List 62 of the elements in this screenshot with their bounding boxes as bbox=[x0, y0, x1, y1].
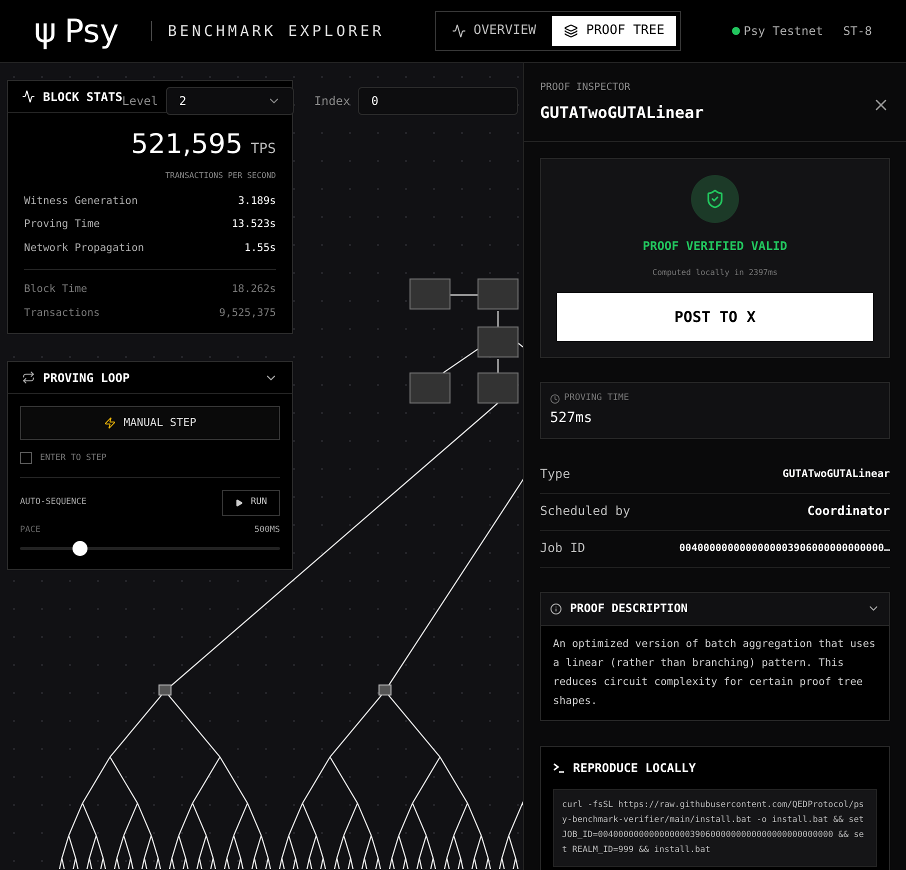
network-name: Psy Testnet bbox=[744, 23, 824, 40]
field-label: Scheduled by bbox=[540, 502, 630, 520]
card-label: PROVING TIME bbox=[564, 392, 630, 405]
app-title: BENCHMARK EXPLORER bbox=[168, 20, 384, 42]
panel-title: PROVING LOOP bbox=[43, 370, 130, 386]
inspector-eyebrow: PROOF INSPECTOR bbox=[540, 81, 632, 95]
metric-label: Proving Time bbox=[24, 217, 100, 232]
tps-unit: TPS bbox=[250, 140, 276, 159]
verification-status: PROOF VERIFIED VALID bbox=[642, 238, 788, 255]
run-button[interactable]: RUN bbox=[222, 490, 280, 516]
metric-value: 1.55s bbox=[244, 241, 276, 256]
field-value: GUTATwoGUTALinear bbox=[782, 466, 890, 482]
metric-label: Witness Generation bbox=[24, 194, 138, 208]
index-field[interactable]: 0 bbox=[358, 87, 518, 115]
logo-symbol: ψ bbox=[34, 14, 56, 48]
lightning-icon bbox=[104, 417, 116, 429]
computed-note: Computed locally in 2397ms bbox=[652, 267, 778, 279]
layers-icon bbox=[564, 24, 578, 38]
terminal-icon bbox=[553, 762, 565, 772]
clock-icon bbox=[550, 394, 560, 404]
field-value: Coordinator bbox=[807, 502, 890, 520]
metric-value: 13.523s bbox=[232, 217, 276, 232]
field-value: 0040000000000000003906000000000000… bbox=[679, 542, 890, 556]
auto-sequence-label: AUTO-SEQUENCE bbox=[20, 496, 87, 510]
tps-caption: TRANSACTIONS PER SECOND bbox=[164, 170, 276, 182]
pace-slider[interactable] bbox=[20, 540, 280, 556]
metric-label: Network Propagation bbox=[24, 241, 144, 256]
panel-title: BLOCK STATS bbox=[43, 88, 122, 106]
shield-check-icon bbox=[691, 175, 739, 223]
post-button[interactable]: POST TO X bbox=[557, 293, 873, 341]
proving-time-value: 527ms bbox=[550, 408, 594, 428]
field-label: Type bbox=[540, 465, 570, 484]
level-label: Level bbox=[122, 93, 158, 110]
card-title: REPRODUCE LOCALLY bbox=[573, 760, 696, 776]
description-text: An optimized version of batch aggregation that uses a linear (rather than branching) pattern. This reduces circuit complexity for certain proof tree shapes. bbox=[552, 636, 876, 708]
metric-value: 9,525,375 bbox=[219, 306, 276, 320]
checkbox[interactable] bbox=[20, 452, 32, 464]
pace-value: 500MS bbox=[254, 524, 280, 536]
view-tab[interactable]: PROOF TREE bbox=[552, 16, 676, 46]
play-icon bbox=[234, 498, 243, 507]
tps-value: 521,595 bbox=[131, 128, 243, 162]
logo-text: Psy bbox=[64, 15, 119, 47]
chain-label: ST-8 bbox=[843, 23, 872, 40]
metric-label: Transactions bbox=[24, 306, 100, 320]
metric-value: 3.189s bbox=[238, 194, 276, 208]
index-label: Index bbox=[314, 93, 350, 110]
card-title: PROOF DESCRIPTION bbox=[570, 600, 688, 617]
field-label: Job ID bbox=[540, 539, 586, 558]
checkbox-label: ENTER TO STEP bbox=[40, 452, 107, 465]
pace-label: PACE bbox=[20, 524, 40, 536]
command-block: curl -fsSL https://raw.githubusercontent.com/QEDProtocol/psy-benchmark-verifier/main/install.bat -o install.bat && set JOB_ID=0040000000000000003906000000000000000000000000 && set REALM_ID=999 && install.bat bbox=[553, 788, 877, 866]
info-icon bbox=[550, 602, 562, 614]
pulse-icon bbox=[22, 90, 35, 103]
view-tab[interactable]: OVERVIEW bbox=[440, 16, 548, 46]
repeat-icon bbox=[22, 371, 35, 384]
inspector-title: GUTATwoGUTALinear bbox=[540, 102, 704, 124]
pulse-icon bbox=[452, 24, 466, 38]
slider-thumb[interactable] bbox=[72, 541, 88, 556]
metric-value: 18.262s bbox=[232, 282, 276, 297]
metric-label: Block Time bbox=[24, 282, 88, 297]
level-select[interactable]: 2 bbox=[166, 87, 294, 115]
manual-step-button[interactable]: MANUAL STEP bbox=[20, 406, 280, 440]
